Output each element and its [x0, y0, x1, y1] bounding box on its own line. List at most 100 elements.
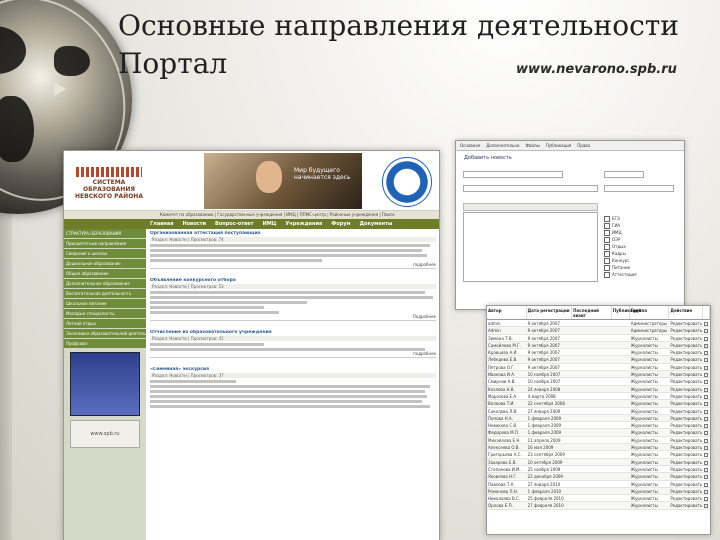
checkbox-icon[interactable] [704, 394, 709, 399]
table-cell[interactable]: Редактировать [669, 473, 703, 479]
sidebar-item[interactable]: Экономика образовательной деятельности [64, 329, 146, 338]
row-checkbox[interactable] [703, 349, 710, 356]
row-checkbox[interactable] [703, 415, 710, 421]
news-more-link[interactable]: подробнее [150, 262, 436, 269]
form-tab[interactable]: Права [577, 141, 590, 150]
table-cell[interactable]: Редактировать [669, 356, 703, 362]
checkbox-icon[interactable] [704, 387, 709, 392]
sidebar-item[interactable]: Воспитательная деятельность [64, 289, 146, 298]
category-option[interactable]: Питание [604, 264, 637, 271]
row-checkbox[interactable] [703, 466, 710, 472]
table-row[interactable]: Яковлева Н.Г. 22 декабря 2009 Журналисты Ре… [487, 473, 710, 481]
table-row[interactable]: Козлова Н.В. 24 января 2008 Журналисты Реда… [487, 385, 710, 393]
table-row[interactable]: Михайлова Е.Н. 11 апреля 2009 Журналисты Ре… [487, 437, 710, 445]
menu-item[interactable]: Учреждения [285, 219, 322, 229]
checkbox-icon[interactable] [704, 322, 709, 326]
checkbox-icon[interactable] [704, 358, 709, 363]
table-cell[interactable]: Редактировать [669, 502, 703, 508]
category-select[interactable] [604, 185, 674, 192]
category-option[interactable]: Конкурс [604, 257, 637, 264]
table-cell[interactable]: Редактировать [669, 371, 703, 377]
sidebar-item[interactable]: Общее образование [64, 269, 146, 278]
menu-item[interactable]: Форум [331, 219, 350, 229]
checkbox-icon[interactable] [704, 453, 709, 458]
sidebar-link-banner[interactable]: www.spb.ru [70, 420, 140, 448]
table-cell[interactable]: Редактировать [669, 335, 703, 341]
menu-item[interactable]: ИМЦ [263, 219, 277, 229]
row-checkbox[interactable] [703, 444, 710, 451]
row-checkbox[interactable] [703, 342, 710, 348]
editor-toolbar[interactable] [463, 203, 598, 211]
table-row[interactable]: Кравцова А.И. 9 октября 2007 Журналисты Ред… [487, 349, 710, 357]
table-row[interactable]: Орлова Е.П. 27 февраля 2010 Журналисты Реда… [487, 502, 710, 510]
table-cell[interactable]: Редактировать [669, 378, 703, 384]
checkbox-icon[interactable] [704, 467, 709, 472]
category-option[interactable]: ГИА [604, 222, 637, 229]
checkbox-icon[interactable] [704, 460, 709, 465]
checkbox-icon[interactable] [704, 351, 709, 356]
column-header[interactable]: Группа [630, 306, 670, 319]
checkbox-icon[interactable] [704, 365, 709, 370]
checkbox-icon[interactable] [704, 343, 709, 348]
title-input[interactable] [463, 171, 563, 178]
sidebar-banner[interactable] [70, 352, 140, 416]
row-checkbox[interactable] [703, 473, 710, 480]
row-checkbox[interactable] [703, 393, 710, 399]
checkbox-icon[interactable] [704, 446, 709, 451]
table-row[interactable]: Иванова И.А. 10 ноября 2007 Журналисты Реда… [487, 371, 710, 379]
menu-item[interactable]: Главная [150, 219, 173, 229]
sidebar-item[interactable]: Летний отдых [64, 319, 146, 328]
form-tab[interactable]: Основное [460, 141, 480, 150]
table-row[interactable]: Лебедева Е.В. 9 октября 2007 Журналисты Ред… [487, 356, 710, 364]
table-cell[interactable]: Редактировать [669, 437, 703, 443]
row-checkbox[interactable] [703, 378, 710, 385]
table-row[interactable]: Морозова Е.А. 4 марта 2008 Журналисты Редак… [487, 393, 710, 401]
table-row[interactable]: Зимина Т.В. 9 октября 2007 Журналисты Редак… [487, 335, 710, 342]
row-checkbox[interactable] [703, 400, 710, 407]
checkbox-icon[interactable] [704, 497, 709, 502]
column-header[interactable]: Действие [669, 306, 704, 319]
column-header[interactable]: Публикаций [612, 306, 641, 319]
row-checkbox[interactable] [703, 422, 710, 429]
table-row[interactable]: Волкова Т.И. 22 сентября 2008 Журналисты Ре… [487, 400, 710, 408]
table-row[interactable]: Григорьева А.С. 23 сентября 2009 Журналист… [487, 451, 710, 459]
checkbox-icon[interactable] [704, 424, 709, 429]
sidebar-item[interactable]: СТРУКТУРА ОБРАЗОВАНИЯ [64, 229, 146, 238]
table-cell[interactable]: Редактировать [669, 466, 703, 472]
table-row[interactable]: Петрова О.Г. 9 октября 2007 Журналисты Реда… [487, 364, 710, 372]
table-cell[interactable]: Редактировать [669, 459, 703, 465]
checkbox-icon[interactable] [704, 336, 709, 341]
row-checkbox[interactable] [703, 408, 710, 414]
table-row[interactable]: Соколова Л.В. 27 января 2009 Журналисты Ред… [487, 408, 710, 415]
form-tab[interactable]: Публикация [546, 141, 572, 150]
checkbox-icon[interactable] [704, 380, 709, 385]
form-tab[interactable]: Файлы [525, 141, 539, 150]
checkbox-icon[interactable] [704, 482, 709, 487]
column-header[interactable]: Дата регистрации [527, 306, 573, 319]
table-row[interactable]: admin 9 октября 2007 Администраторы Редакти… [487, 320, 710, 328]
table-row[interactable]: Смирнов А.В. 10 ноября 2007 Журналисты Реда… [487, 378, 710, 386]
checkbox-icon[interactable] [704, 489, 709, 494]
table-cell[interactable]: Редактировать [669, 364, 703, 370]
table-cell[interactable]: Редактировать [669, 422, 703, 428]
table-row[interactable]: Павлова Т.А. 27 января 2010 Журналисты Реда… [487, 481, 710, 488]
row-checkbox[interactable] [703, 459, 710, 465]
row-checkbox[interactable] [703, 488, 710, 494]
row-checkbox[interactable] [703, 335, 710, 341]
checkbox-icon[interactable] [704, 438, 709, 443]
sidebar-item[interactable]: Профсоюз [64, 339, 146, 348]
row-checkbox[interactable] [703, 429, 710, 436]
checkbox-icon[interactable] [704, 431, 709, 436]
news-text-editor[interactable] [463, 212, 598, 282]
table-row[interactable]: Захарова Е.В. 10 октября 2009 Журналисты Ре… [487, 458, 710, 466]
menu-item[interactable]: Документы [360, 219, 393, 229]
table-row[interactable]: Федорова М.П. 1 февраля 2009 Журналисты Ред… [487, 429, 710, 437]
date-input[interactable] [604, 171, 644, 178]
row-checkbox[interactable] [703, 437, 710, 443]
category-option[interactable]: Отдых [604, 243, 637, 250]
row-checkbox[interactable] [703, 386, 710, 392]
table-cell[interactable]: Редактировать [669, 481, 703, 487]
row-checkbox[interactable] [703, 356, 710, 363]
table-cell[interactable]: Редактировать [669, 327, 703, 333]
table-row[interactable]: Алексеева О.В. 16 мая 2009 Журналисты Редак… [487, 444, 710, 452]
